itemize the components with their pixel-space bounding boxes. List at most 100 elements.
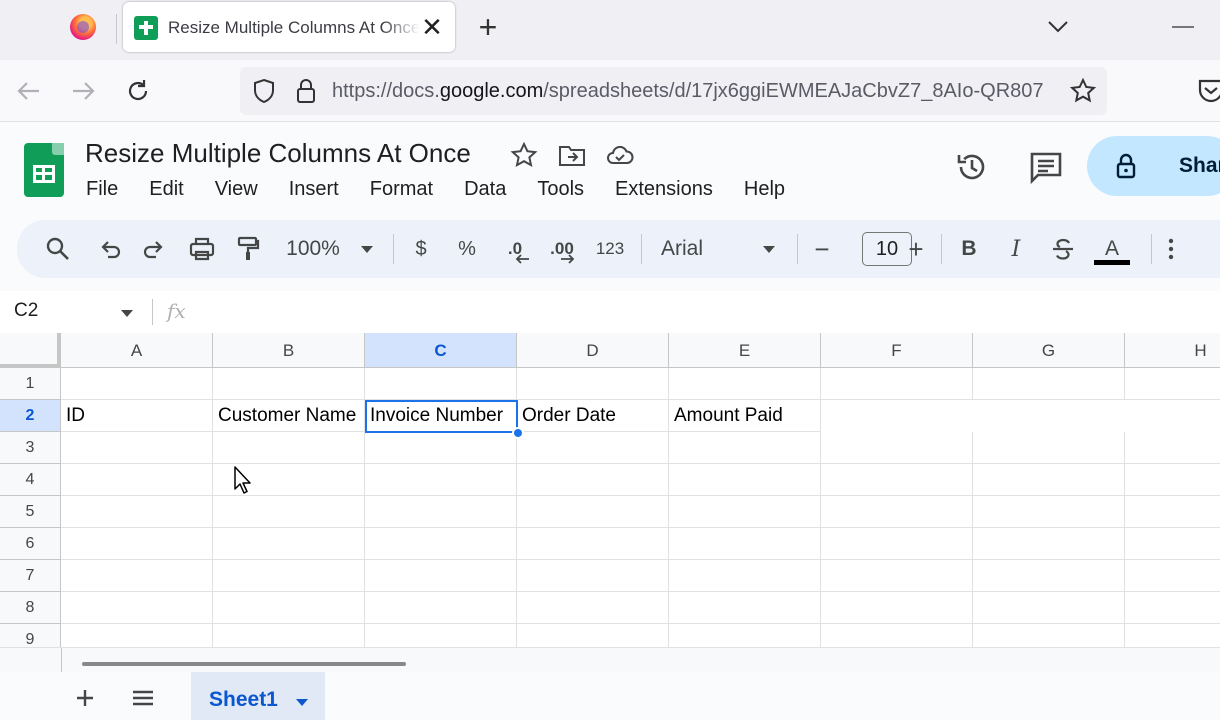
cell-e7[interactable] — [669, 560, 821, 592]
cell-a5[interactable] — [61, 496, 213, 528]
window-minimize-icon[interactable] — [1172, 26, 1194, 28]
list-all-tabs-icon[interactable] — [1044, 14, 1072, 40]
reload-icon[interactable] — [124, 77, 152, 105]
row-header-2[interactable]: 2 — [0, 400, 61, 432]
cell-d5[interactable] — [517, 496, 669, 528]
italic-button[interactable]: I — [1005, 235, 1027, 263]
cell-a3[interactable] — [61, 432, 213, 464]
print-icon[interactable] — [188, 235, 216, 263]
cell-e4[interactable] — [669, 464, 821, 496]
column-header-c[interactable]: C — [365, 333, 517, 368]
cell-d9[interactable] — [517, 624, 669, 647]
cell-c8[interactable] — [365, 592, 517, 624]
cell-c3[interactable] — [365, 432, 517, 464]
cell-c9[interactable] — [365, 624, 517, 647]
cell-c5[interactable] — [365, 496, 517, 528]
bookmark-star-icon[interactable] — [1070, 78, 1096, 104]
column-header-a[interactable]: A — [61, 333, 213, 368]
row-header-3[interactable]: 3 — [0, 432, 61, 464]
cell-a7[interactable] — [61, 560, 213, 592]
cell-a2[interactable]: ID — [61, 400, 213, 432]
fill-handle[interactable] — [512, 427, 524, 439]
menu-edit[interactable]: Edit — [149, 178, 183, 204]
cell-f9[interactable] — [821, 624, 973, 647]
cell-a4[interactable] — [61, 464, 213, 496]
cell-f8[interactable] — [821, 592, 973, 624]
horizontal-scrollbar[interactable] — [0, 647, 1220, 672]
paint-format-icon[interactable] — [235, 235, 261, 263]
cell-e2[interactable]: Amount Paid — [669, 400, 821, 432]
cell-e8[interactable] — [669, 592, 821, 624]
cell-d2[interactable]: Order Date — [517, 400, 669, 432]
row-header-8[interactable]: 8 — [0, 592, 61, 624]
cell-a9[interactable] — [61, 624, 213, 647]
cell-g8[interactable] — [973, 592, 1125, 624]
move-folder-icon[interactable] — [558, 142, 586, 168]
cell-g6[interactable] — [973, 528, 1125, 560]
currency-format-button[interactable]: $ — [410, 235, 432, 263]
cell-c1[interactable] — [365, 368, 517, 400]
cell-f1[interactable] — [821, 368, 973, 400]
cell-e3[interactable] — [669, 432, 821, 464]
menu-extensions[interactable]: Extensions — [615, 178, 713, 204]
cell-b2[interactable]: Customer Name — [213, 400, 365, 432]
add-sheet-icon[interactable] — [73, 686, 97, 710]
column-header-g[interactable]: G — [973, 333, 1125, 368]
cell-a6[interactable] — [61, 528, 213, 560]
menu-file[interactable]: File — [86, 178, 118, 204]
cell-c7[interactable] — [365, 560, 517, 592]
cell-b9[interactable] — [213, 624, 365, 647]
cell-h3[interactable] — [1125, 432, 1220, 464]
url-text[interactable]: https://docs.google.com/spreadsheets/d/1… — [332, 80, 1062, 103]
cell-h6[interactable] — [1125, 528, 1220, 560]
back-arrow-icon[interactable] — [15, 77, 43, 105]
share-button[interactable]: Share — [1087, 136, 1220, 196]
forward-arrow-icon[interactable] — [69, 77, 97, 105]
text-color-button[interactable]: A — [1094, 235, 1130, 263]
new-tab-button[interactable]: + — [474, 10, 502, 44]
undo-icon[interactable] — [96, 235, 122, 263]
menu-data[interactable]: Data — [464, 178, 506, 204]
formula-input[interactable] — [205, 299, 1205, 325]
cell-b1[interactable] — [213, 368, 365, 400]
redo-icon[interactable] — [142, 235, 168, 263]
tracking-shield-icon[interactable] — [252, 78, 276, 104]
cell-d1[interactable] — [517, 368, 669, 400]
pocket-icon[interactable] — [1196, 77, 1220, 105]
cell-e1[interactable] — [669, 368, 821, 400]
font-family-select[interactable]: Arial — [661, 235, 751, 263]
cell-g9[interactable] — [973, 624, 1125, 647]
cell-f6[interactable] — [821, 528, 973, 560]
column-header-b[interactable]: B — [213, 333, 365, 368]
cell-d7[interactable] — [517, 560, 669, 592]
decrease-font-size-button[interactable]: − — [811, 234, 833, 264]
cell-h1[interactable] — [1125, 368, 1220, 400]
cell-b7[interactable] — [213, 560, 365, 592]
cell-h7[interactable] — [1125, 560, 1220, 592]
cloud-saved-icon[interactable] — [606, 142, 634, 168]
cell-h4[interactable] — [1125, 464, 1220, 496]
cell-h5[interactable] — [1125, 496, 1220, 528]
row-header-6[interactable]: 6 — [0, 528, 61, 560]
cell-a1[interactable] — [61, 368, 213, 400]
row-header-7[interactable]: 7 — [0, 560, 61, 592]
scrollbar-thumb[interactable] — [82, 662, 406, 666]
cell-h9[interactable] — [1125, 624, 1220, 647]
search-menus-icon[interactable] — [45, 235, 71, 263]
menu-tools[interactable]: Tools — [537, 178, 584, 204]
cell-g4[interactable] — [973, 464, 1125, 496]
menu-format[interactable]: Format — [370, 178, 433, 204]
comments-icon[interactable] — [1029, 150, 1063, 184]
percent-format-button[interactable]: % — [455, 235, 479, 263]
row-header-5[interactable]: 5 — [0, 496, 61, 528]
row-header-9[interactable]: 9 — [0, 624, 61, 647]
bold-button[interactable]: B — [958, 235, 980, 263]
cell-e5[interactable] — [669, 496, 821, 528]
row-header-1[interactable]: 1 — [0, 368, 61, 400]
cell-c4[interactable] — [365, 464, 517, 496]
menu-help[interactable]: Help — [744, 178, 785, 204]
cell-d8[interactable] — [517, 592, 669, 624]
cell-f4[interactable] — [821, 464, 973, 496]
sheet-tab-sheet1[interactable]: Sheet1 — [191, 672, 325, 720]
strikethrough-icon[interactable] — [1050, 235, 1076, 263]
